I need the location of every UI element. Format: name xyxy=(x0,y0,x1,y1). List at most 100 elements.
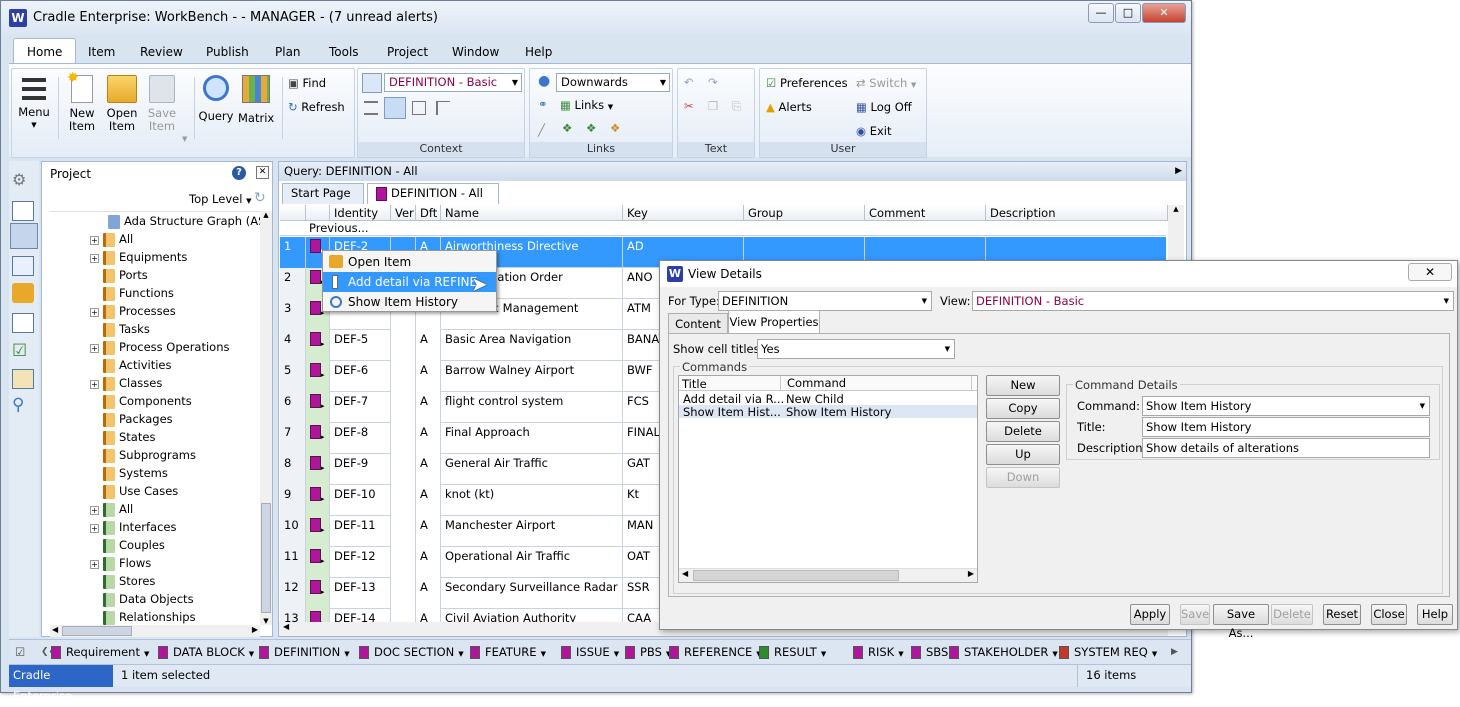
search-panel-icon[interactable]: ⚲ xyxy=(12,395,34,415)
delete-view-button[interactable]: Delete xyxy=(1271,604,1313,625)
col-comment[interactable]: Comment xyxy=(865,205,986,221)
tree-item[interactable]: Stores xyxy=(50,572,260,590)
new-item-button[interactable]: ✸ New Item xyxy=(64,71,100,133)
unlink-icon[interactable]: ╱ xyxy=(538,123,545,137)
cmd-col-command[interactable]: Command xyxy=(780,376,846,391)
tree-item[interactable]: + Interfaces xyxy=(50,518,260,536)
types-scroll-right-icon[interactable]: ▶ xyxy=(1171,643,1178,661)
tree-view-icon[interactable] xyxy=(436,101,450,115)
tree-item[interactable]: + All xyxy=(50,500,260,518)
hierarchy-icon[interactable] xyxy=(12,313,34,333)
tree-item[interactable]: Functions xyxy=(50,284,260,302)
matrix-button[interactable]: Matrix xyxy=(238,75,274,125)
save-item-button[interactable]: Save Item ▼ xyxy=(144,75,187,143)
tab-review[interactable]: Review xyxy=(127,41,196,63)
tab-definition-all[interactable]: DEFINITION - All ✕ xyxy=(367,183,499,219)
view-select[interactable]: DEFINITION - Basic ▼ xyxy=(972,291,1454,311)
item-type-button[interactable]: SYSTEM REQ ▼ xyxy=(1059,643,1157,661)
item-type-button[interactable]: PBS▼ xyxy=(625,643,671,661)
delete-command-button[interactable]: Delete xyxy=(986,421,1060,442)
link-add-icon[interactable]: ❖ xyxy=(562,121,572,135)
item-type-button[interactable]: REFERENCE▼ xyxy=(669,643,762,661)
log-off-button[interactable]: ▦ Log Off xyxy=(856,97,912,117)
item-type-button[interactable]: DOC SECTION ▼ xyxy=(359,643,464,661)
tab-home[interactable]: Home xyxy=(13,38,77,64)
undo-icon[interactable]: ↶ xyxy=(684,75,694,89)
show-cell-titles-select[interactable]: Yes ▼ xyxy=(757,339,955,359)
panel-close-icon[interactable]: ✕ xyxy=(256,166,269,179)
redo-icon[interactable]: ↷ xyxy=(708,75,718,89)
up-command-button[interactable]: Up xyxy=(986,444,1060,465)
close-dialog-button[interactable]: Close xyxy=(1371,604,1407,625)
apply-button[interactable]: Apply xyxy=(1130,604,1170,625)
table-panel-icon[interactable] xyxy=(10,223,38,249)
tab-content[interactable]: Content xyxy=(668,313,728,334)
tree-expander-icon[interactable]: + xyxy=(90,344,99,353)
tab-publish[interactable]: Publish xyxy=(193,41,262,63)
minimize-button[interactable]: — xyxy=(1088,3,1114,23)
cmd-row[interactable]: Add detail via R... New Child xyxy=(679,392,977,406)
tree-item[interactable]: Systems xyxy=(50,464,260,482)
tree-item[interactable]: Ada Structure Graph (ASC xyxy=(50,212,260,230)
card-icon[interactable] xyxy=(12,369,34,389)
form-view-icon[interactable] xyxy=(412,101,426,115)
down-command-button[interactable]: Down xyxy=(986,467,1060,488)
tree-item[interactable]: Components xyxy=(50,392,260,410)
tree-expander-icon[interactable]: + xyxy=(90,506,99,515)
item-type-button[interactable]: DATA BLOCK ▼ xyxy=(158,643,254,661)
copy-command-button[interactable]: Copy xyxy=(986,398,1060,419)
tree-item[interactable]: Tasks xyxy=(50,320,260,338)
tree-expander-icon[interactable]: + xyxy=(90,524,99,533)
tree-expander-icon[interactable]: + xyxy=(90,560,99,569)
tree-item[interactable]: + Flows xyxy=(50,554,260,572)
tree-item[interactable]: + All xyxy=(50,230,260,248)
view-layout-icon[interactable] xyxy=(362,73,382,93)
item-type-button[interactable]: RESULT ▼ xyxy=(759,643,826,661)
tab-window[interactable]: Window xyxy=(439,41,512,63)
tree-item[interactable]: + Processes xyxy=(50,302,260,320)
tree-item[interactable]: Relationships xyxy=(50,608,260,625)
item-type-button[interactable]: ISSUE ▼ xyxy=(561,643,619,661)
find-button[interactable]: ▣ Find xyxy=(288,73,326,93)
context-combo[interactable]: DEFINITION - Basic ▼ xyxy=(384,73,522,92)
commands-horizontal-scrollbar[interactable]: ◀ ▶ xyxy=(679,568,977,582)
help-icon[interactable]: ? xyxy=(232,166,246,180)
menu-item-show-history[interactable]: Show Item History xyxy=(323,292,496,312)
command-select[interactable]: Show Item History ▼ xyxy=(1142,396,1430,416)
checklist-icon[interactable]: ☑ xyxy=(12,341,34,361)
list-panel-icon[interactable] xyxy=(12,201,34,221)
tab-start-page[interactable]: Start Page ✕ xyxy=(282,183,364,219)
col-identity[interactable]: Identity xyxy=(330,205,391,221)
open-item-button[interactable]: Open Item xyxy=(104,75,140,133)
exit-button[interactable]: ◉ Exit xyxy=(856,121,891,141)
tab-tools[interactable]: Tools xyxy=(316,41,372,63)
tree-item[interactable]: Packages xyxy=(50,410,260,428)
tab-view-properties[interactable]: View Properties xyxy=(728,310,820,334)
item-type-button[interactable]: DEFINITION ▼ xyxy=(259,643,350,661)
direction-combo[interactable]: Downwards ▼ xyxy=(556,73,670,92)
col-group[interactable]: Group xyxy=(744,205,865,221)
col-dft[interactable]: Dft xyxy=(416,205,441,221)
menu-button[interactable]: Menu ▼ xyxy=(16,75,52,132)
switch-button[interactable]: ⇄ Switch ▼ xyxy=(856,73,916,93)
col-ver[interactable]: Ver xyxy=(391,205,416,221)
tree-item[interactable]: Ports xyxy=(50,266,260,284)
calendar-icon[interactable] xyxy=(12,256,34,276)
col-description[interactable]: Description xyxy=(986,205,1168,221)
tree-item[interactable]: Activities xyxy=(50,356,260,374)
description-input[interactable]: Show details of alterations xyxy=(1142,438,1430,458)
tree-expander-icon[interactable]: + xyxy=(90,236,99,245)
for-type-select[interactable]: DEFINITION ▼ xyxy=(718,291,932,311)
tree-expander-icon[interactable]: + xyxy=(90,308,99,317)
new-command-button[interactable]: New xyxy=(986,375,1060,396)
help-button[interactable]: Help xyxy=(1417,604,1453,625)
title-input[interactable]: Show Item History xyxy=(1142,417,1430,437)
item-type-button[interactable]: Requirement ▼ xyxy=(51,643,149,661)
cmd-row-selected[interactable]: Show Item Hist... Show Item History xyxy=(679,405,977,419)
save-as-button[interactable]: Save As... xyxy=(1213,604,1269,640)
item-type-button[interactable]: RISK ▼ xyxy=(853,643,904,661)
tab-help[interactable]: Help xyxy=(512,41,565,63)
tree-expander-icon[interactable]: + xyxy=(90,380,99,389)
tree-item[interactable]: + Equipments xyxy=(50,248,260,266)
copy-icon[interactable]: ❐ xyxy=(708,99,718,113)
